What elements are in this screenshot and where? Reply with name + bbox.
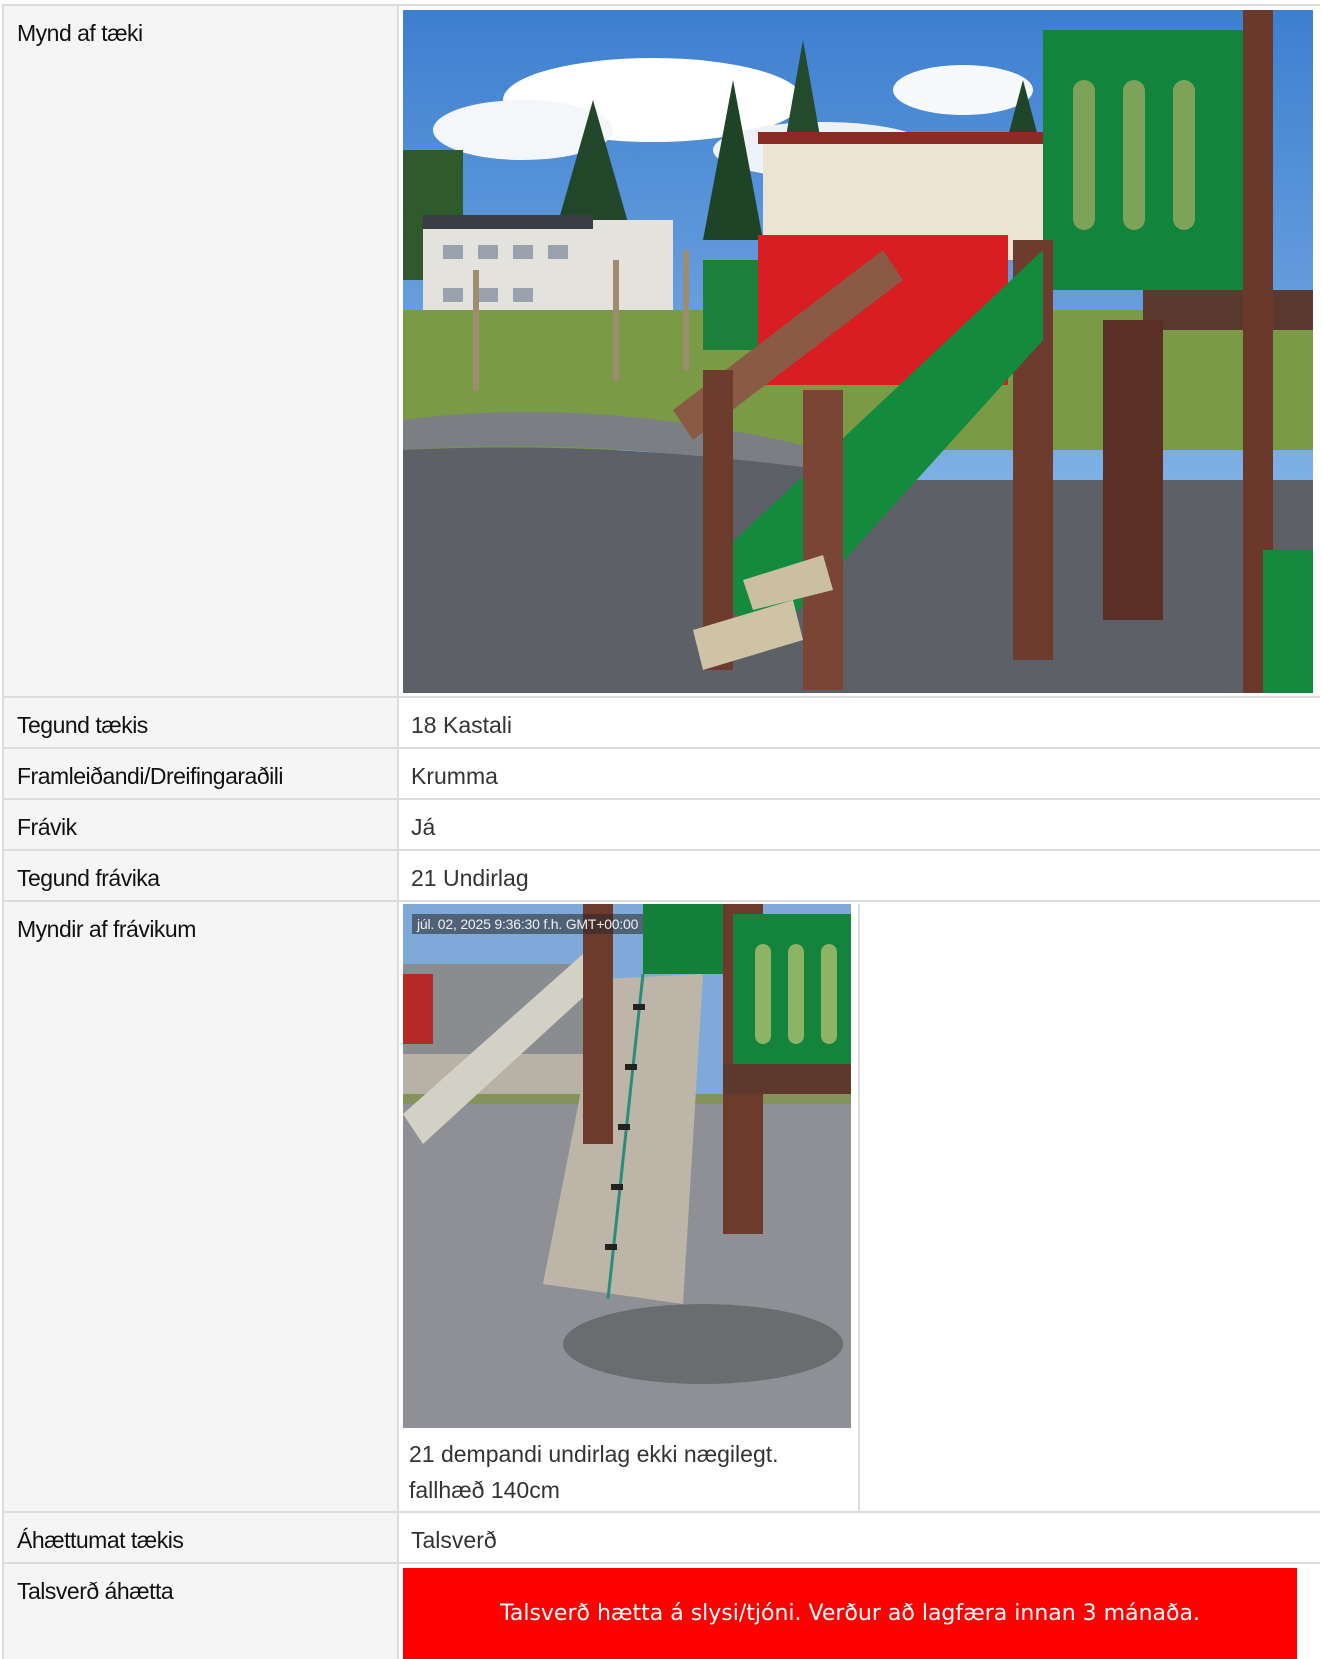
deviation-photo[interactable] [403,904,851,1428]
row-value: Talsverð hætta á slysi/tjóni. Verður að … [399,1564,1320,1659]
row-label: Tegund tækis [2,698,399,747]
risk-warning-banner: Talsverð hætta á slysi/tjóni. Verður að … [403,1568,1297,1659]
caption-line: fallhæð 140cm [409,1477,560,1503]
row-deviation-photos: Myndir af frávikum júl. 02, 2025 9:36:30… [2,902,1320,1513]
row-label: Áhættumat tækis [2,1513,399,1562]
row-value: júl. 02, 2025 9:36:30 f.h. GMT+00:00 21 … [399,902,1320,1511]
row-value: 18 Kastali [411,712,513,738]
row-value: Krumma [411,763,498,789]
inspection-table: Mynd af tæki Tegund tækis 18 Kastali Fra… [2,4,1320,1659]
row-label: Framleiðandi/Dreifingaraðili [2,749,399,798]
row-label: Tegund frávika [2,851,399,900]
deviation-photo-card: júl. 02, 2025 9:36:30 f.h. GMT+00:00 21 … [403,904,860,1511]
row-label: Mynd af tæki [2,6,399,696]
row-risk-assessment: Áhættumat tækis Talsverð [2,1513,1320,1564]
row-device-photo: Mynd af tæki [2,4,1320,698]
row-risk-text: Talsverð áhætta Talsverð hætta á slysi/t… [2,1564,1320,1659]
row-value: Já [411,814,436,840]
deviation-photo-wrap: júl. 02, 2025 9:36:30 f.h. GMT+00:00 [403,904,858,1428]
deviation-caption: 21 dempandi undirlag ekki nægilegt. fall… [403,1428,858,1508]
photo-timestamp: júl. 02, 2025 9:36:30 f.h. GMT+00:00 [412,914,644,934]
row-label: Talsverð áhætta [2,1564,399,1659]
caption-line: 21 dempandi undirlag ekki nægilegt. [409,1441,779,1467]
row-manufacturer: Framleiðandi/Dreifingaraðili Krumma [2,749,1320,800]
row-device-type: Tegund tækis 18 Kastali [2,698,1320,749]
row-deviation: Frávik Já [2,800,1320,851]
row-deviation-type: Tegund frávika 21 Undirlag [2,851,1320,902]
row-value [399,6,1320,696]
row-value: Talsverð [411,1527,497,1553]
row-value: 21 Undirlag [411,865,529,891]
row-label: Myndir af frávikum [2,902,399,1511]
device-photo[interactable] [403,10,1313,693]
row-label: Frávik [2,800,399,849]
